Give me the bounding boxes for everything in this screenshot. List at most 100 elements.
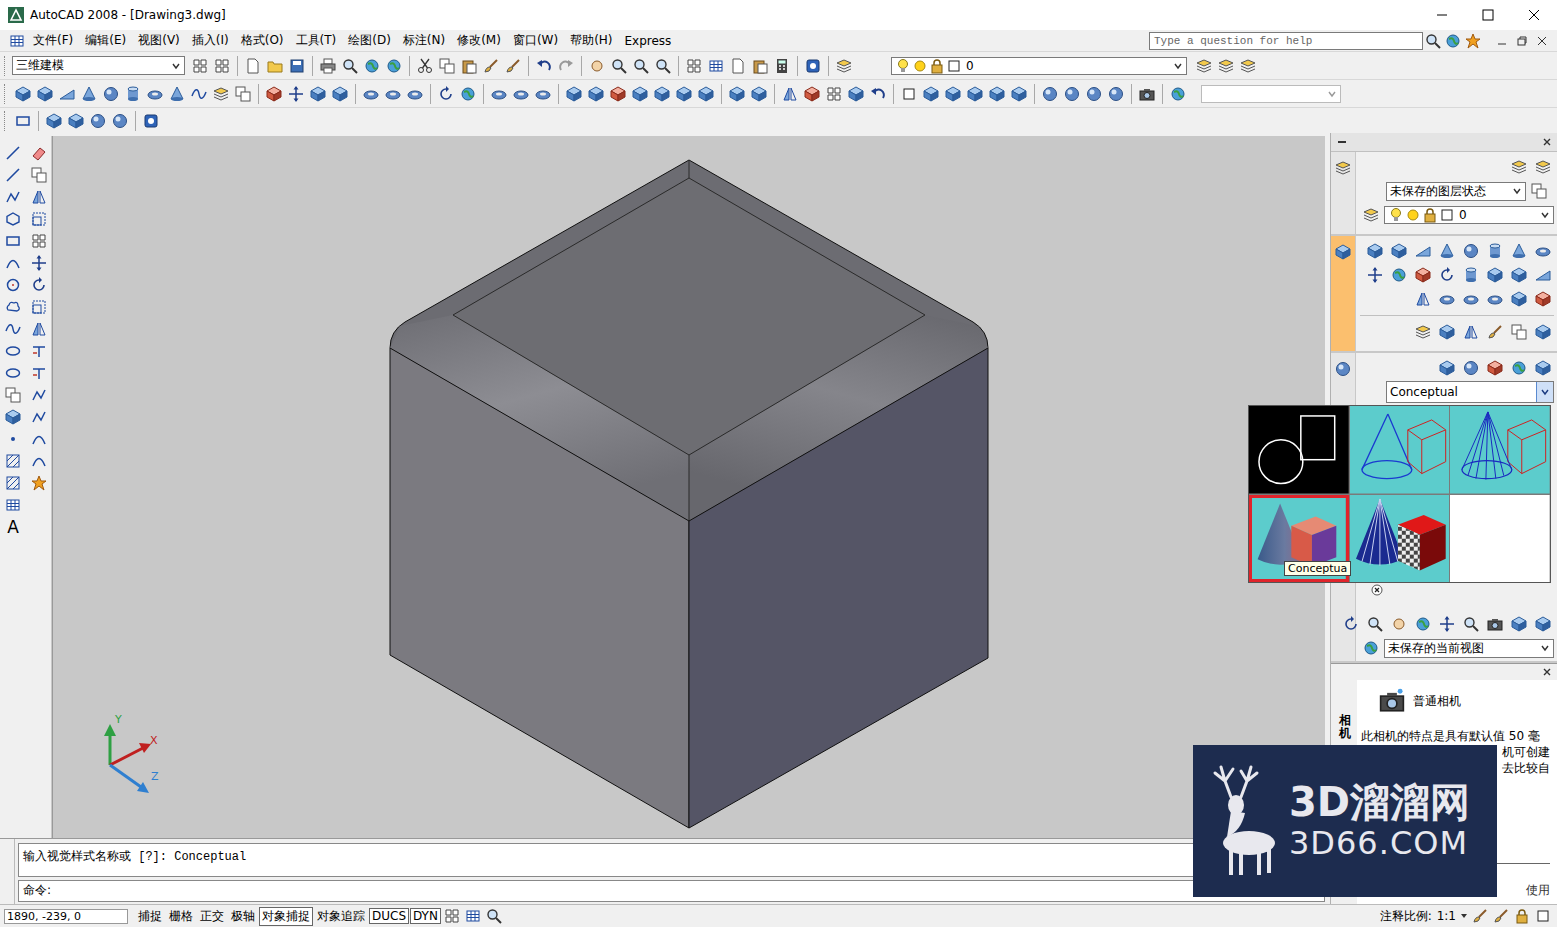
- draw-tool[interactable]: [2, 494, 24, 516]
- minimize-icon[interactable]: [1419, 0, 1465, 30]
- tool-button[interactable]: [307, 83, 329, 105]
- 3d-tool[interactable]: [1532, 321, 1554, 343]
- tool-button[interactable]: [109, 110, 131, 132]
- tool-button[interactable]: [771, 55, 793, 77]
- status-tool[interactable]: [1512, 907, 1532, 925]
- 3d-tool[interactable]: [1532, 264, 1554, 286]
- tool-button[interactable]: [608, 55, 630, 77]
- tool-button[interactable]: [898, 83, 920, 105]
- 3d-tool[interactable]: [1436, 240, 1458, 262]
- visual-style-swatch[interactable]: [1450, 406, 1550, 494]
- modify-tool[interactable]: [28, 384, 50, 406]
- draw-tool[interactable]: [2, 296, 24, 318]
- tool-button[interactable]: [56, 83, 78, 105]
- status-toggle[interactable]: DYN: [410, 908, 441, 924]
- tool-button[interactable]: [651, 83, 673, 105]
- navigation-tool[interactable]: [1436, 613, 1458, 635]
- 3d-tool[interactable]: [1412, 264, 1434, 286]
- cube-model[interactable]: YXZ: [53, 136, 1325, 838]
- doc-close-icon[interactable]: [1535, 34, 1549, 48]
- 3d-tool[interactable]: [1460, 264, 1482, 286]
- visual-style-tool[interactable]: [1508, 357, 1530, 379]
- 3d-tool[interactable]: [1460, 288, 1482, 310]
- tool-button[interactable]: [920, 83, 942, 105]
- visual-style-swatch[interactable]: [1350, 406, 1450, 494]
- tool-button[interactable]: [532, 83, 554, 105]
- tool-button[interactable]: [1193, 55, 1215, 77]
- modify-tool[interactable]: [28, 406, 50, 428]
- tool-button[interactable]: [1167, 83, 1189, 105]
- tool-button[interactable]: [586, 55, 608, 77]
- status-tool[interactable]: [1533, 907, 1553, 925]
- menu-item[interactable]: 窗口(W): [508, 32, 563, 49]
- tool-button[interactable]: [1061, 83, 1083, 105]
- tool-button[interactable]: [845, 83, 867, 105]
- 3d-tool[interactable]: [1484, 321, 1506, 343]
- visual-style-tool[interactable]: [1436, 357, 1458, 379]
- style-dropdown[interactable]: [1201, 85, 1341, 103]
- visual-style-swatch[interactable]: [1350, 495, 1450, 583]
- tool-button[interactable]: [1136, 83, 1158, 105]
- draw-tool[interactable]: [2, 186, 24, 208]
- modify-tool[interactable]: [28, 296, 50, 318]
- 3d-tool[interactable]: [1412, 240, 1434, 262]
- 3d-tool[interactable]: [1460, 321, 1482, 343]
- draw-tool[interactable]: [2, 472, 24, 494]
- tool-button[interactable]: [457, 83, 479, 105]
- tool-button[interactable]: [1215, 55, 1237, 77]
- tool-button[interactable]: [1039, 83, 1061, 105]
- modify-tool[interactable]: [28, 274, 50, 296]
- 3d-tool[interactable]: [1484, 240, 1506, 262]
- tool-button[interactable]: [585, 83, 607, 105]
- 3d-tool[interactable]: [1364, 264, 1386, 286]
- workspace-dropdown[interactable]: 三维建模: [12, 56, 185, 75]
- draw-tool[interactable]: [2, 230, 24, 252]
- 3d-tool[interactable]: [1484, 264, 1506, 286]
- tool-button[interactable]: [382, 83, 404, 105]
- status-toggle[interactable]: 正交: [197, 907, 227, 926]
- visual-style-tool[interactable]: [1532, 357, 1554, 379]
- draw-tool[interactable]: [2, 340, 24, 362]
- 3d-tool[interactable]: [1436, 288, 1458, 310]
- panel-close-icon[interactable]: [1542, 137, 1552, 147]
- tool-button[interactable]: [263, 83, 285, 105]
- tool-button[interactable]: [414, 55, 436, 77]
- tool-button[interactable]: [285, 83, 307, 105]
- layer-state-dropdown[interactable]: 未保存的图层状态: [1386, 182, 1526, 201]
- panel-menu-icon[interactable]: [1337, 137, 1347, 147]
- menu-item[interactable]: 工具(T): [291, 32, 342, 49]
- tool-button[interactable]: [211, 55, 233, 77]
- modify-tool[interactable]: [28, 164, 50, 186]
- palette-close-icon[interactable]: [1542, 667, 1552, 677]
- status-toggle[interactable]: DUCS: [369, 908, 409, 924]
- 3d-tool[interactable]: [1436, 264, 1458, 286]
- tool-button[interactable]: [986, 83, 1008, 105]
- tool-button[interactable]: [726, 83, 748, 105]
- status-toggle[interactable]: 对象追踪: [314, 907, 368, 926]
- draw-tool[interactable]: [2, 318, 24, 340]
- comm-center-button[interactable]: [1443, 32, 1463, 50]
- help-search[interactable]: Type a question for help: [1149, 32, 1423, 50]
- modify-tool[interactable]: [28, 318, 50, 340]
- 3d-tool[interactable]: [1508, 264, 1530, 286]
- doc-restore-icon[interactable]: [1515, 34, 1529, 48]
- draw-tool[interactable]: [2, 384, 24, 406]
- maximize-icon[interactable]: [1465, 0, 1511, 30]
- status-tool[interactable]: [1491, 907, 1511, 925]
- menu-item[interactable]: 格式(O): [236, 32, 289, 49]
- modify-tool[interactable]: [28, 450, 50, 472]
- tool-button[interactable]: [779, 83, 801, 105]
- tool-button[interactable]: [12, 83, 34, 105]
- tool-button[interactable]: [264, 55, 286, 77]
- visual-style-tool[interactable]: [1460, 357, 1482, 379]
- status-tool[interactable]: [484, 907, 504, 925]
- tool-button[interactable]: [833, 55, 855, 77]
- tool-button[interactable]: [34, 83, 56, 105]
- tool-button[interactable]: [607, 83, 629, 105]
- menu-item[interactable]: 视图(V): [133, 32, 185, 49]
- tool-button[interactable]: [43, 110, 65, 132]
- modify-tool[interactable]: [28, 186, 50, 208]
- draw-tool[interactable]: [2, 428, 24, 450]
- draw-tool[interactable]: [2, 252, 24, 274]
- tool-button[interactable]: [458, 55, 480, 77]
